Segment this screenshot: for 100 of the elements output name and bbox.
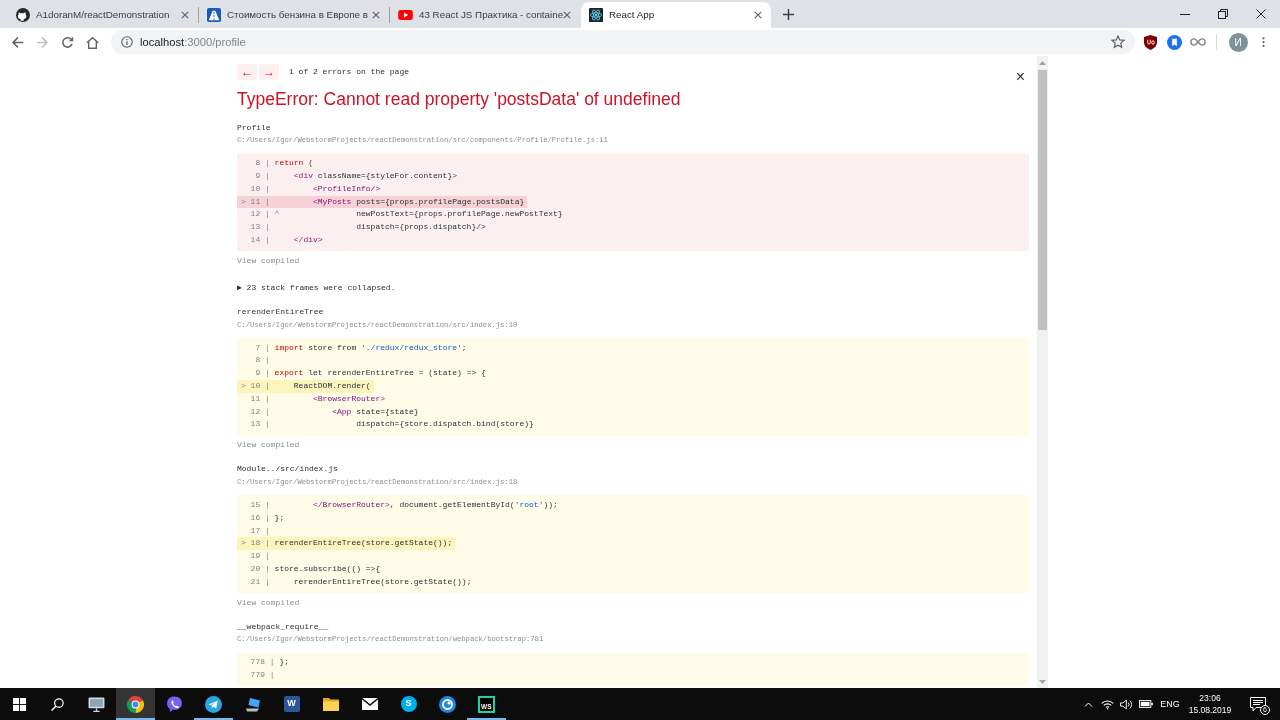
back-icon[interactable] — [11, 35, 24, 49]
code-text: </BrowserRouter>, document.getElementById('root')); — [313, 498, 558, 511]
code-text: ^ newPostText={props.profilePage.newPostText} — [274, 208, 563, 221]
taskbar-button[interactable] — [116, 688, 155, 720]
chevron-up-icon[interactable] — [1083, 701, 1093, 707]
code-text: }; — [279, 656, 289, 669]
infinity-icon[interactable] — [1190, 38, 1206, 46]
menu-icon[interactable] — [1261, 36, 1265, 48]
close-icon[interactable] — [1256, 9, 1266, 19]
function-name: __webpack_require__ — [237, 620, 329, 633]
star-icon[interactable] — [1111, 35, 1125, 49]
address-bar[interactable]: localhost:3000/profile — [111, 30, 1135, 54]
view-compiled-toggle[interactable]: View compiled — [237, 439, 300, 453]
code-text: store.subscribe(() =>{ — [274, 562, 381, 575]
code-text: <div className={styleFor.content}> — [293, 170, 458, 183]
error-counter: 1 of 2 errors on the page — [289, 66, 410, 78]
battery-icon[interactable] — [1139, 700, 1153, 708]
pinwheel-circle-icon — [127, 695, 144, 713]
speaker-icon[interactable] — [1120, 698, 1133, 710]
input-language[interactable]: ENG — [1160, 698, 1180, 710]
line-number: 12 | — [249, 208, 270, 221]
envelope-icon — [361, 698, 378, 710]
bookmark-badge-icon[interactable] — [1166, 34, 1182, 50]
line-number: 17 | — [249, 524, 270, 537]
code-text: dispatch={store.dispatch.bind(store)} — [356, 418, 534, 431]
road-tile-icon — [207, 7, 221, 22]
line-number: 9 | — [254, 367, 270, 380]
clock-date[interactable]: 15.08.2019 — [1188, 704, 1232, 716]
view-compiled-toggle[interactable]: View compiled — [237, 254, 300, 268]
scrollbar[interactable] — [1037, 56, 1048, 688]
line-number: 10 | — [249, 182, 270, 195]
taskbar-button[interactable]: W — [272, 688, 311, 720]
code-text: rerenderEntireTree(store.getState()); — [293, 575, 472, 588]
line-number: 14 | — [249, 234, 270, 247]
code-text: }; — [274, 511, 285, 524]
minimize-icon[interactable] — [1180, 13, 1190, 15]
line-number: 11 | — [249, 392, 270, 405]
app-letter-tile: S — [400, 696, 417, 712]
line-number: 778 | — [249, 656, 275, 669]
plus-icon[interactable] — [783, 9, 794, 20]
browser-tab[interactable]: React App — [581, 2, 771, 28]
line-number: 20 | — [249, 562, 270, 575]
code-text: return ( — [274, 157, 313, 170]
folder-icon — [322, 697, 339, 711]
home-icon[interactable] — [86, 35, 99, 49]
line-number: 16 | — [249, 511, 270, 524]
cat-logo-icon — [16, 7, 30, 22]
monitor-icon — [88, 696, 105, 712]
code-text: rerenderEntireTree(store.getState()); — [274, 537, 453, 550]
info-icon[interactable] — [121, 36, 133, 48]
search-icon[interactable] — [51, 697, 64, 711]
line-number: 15 | — [249, 498, 270, 511]
code-text: export let rerenderEntireTree = (state) => { — [274, 367, 486, 380]
wifi-icon[interactable] — [1100, 698, 1114, 710]
windows-logo-icon[interactable] — [12, 697, 26, 711]
clock-time[interactable]: 23:06 — [1199, 692, 1221, 704]
function-name: Profile — [237, 121, 271, 134]
line-number: > 11 | — [240, 195, 270, 208]
app-letter-tile: W — [283, 696, 300, 712]
shield-icon[interactable] — [1143, 34, 1157, 50]
browser-tab[interactable]: Стоимость бензина в Европе в — [199, 2, 389, 28]
collapsed-frames-toggle[interactable]: ▶ 23 stack frames were collapsed. — [237, 281, 396, 295]
laptop-icon — [244, 696, 261, 712]
view-compiled-toggle[interactable]: View compiled — [237, 596, 300, 610]
restore-icon[interactable] — [1218, 9, 1228, 19]
code-text: dispatch={props.dispatch}/> — [356, 221, 486, 234]
phone-bubble-icon — [166, 695, 183, 713]
line-number: 19 | — [249, 550, 270, 563]
reload-icon[interactable] — [61, 35, 74, 49]
function-name: rerenderEntireTree — [237, 305, 324, 318]
notification-icon[interactable] — [1250, 696, 1266, 712]
line-number: 7 | — [254, 341, 270, 354]
code-text: <MyPosts posts={props.profilePage.postsData} — [313, 195, 525, 208]
line-number: 8 | — [254, 157, 270, 170]
code-text: </div> — [293, 234, 323, 247]
line-number: 12 | — [249, 405, 270, 418]
code-text: <ProfileInfo/> — [313, 182, 381, 195]
line-number: 8 | — [254, 354, 270, 367]
line-number: 9 | — [254, 170, 270, 183]
close-icon[interactable] — [754, 10, 762, 19]
line-number: > 18 | — [240, 537, 270, 550]
line-number: 13 | — [249, 418, 270, 431]
paper-plane-icon — [205, 695, 222, 713]
next-error-button[interactable]: → — [259, 64, 279, 80]
close-button[interactable]: × — [1015, 71, 1025, 83]
line-number: 21 | — [249, 575, 270, 588]
scrollbar-thumb[interactable] — [1038, 70, 1047, 330]
line-number: 779 | — [249, 669, 275, 682]
play-icon — [398, 9, 413, 20]
browser-tab[interactable]: 43 React JS Практика - containe — [390, 2, 580, 28]
line-number: > 10 | — [240, 380, 270, 392]
code-text: ReactDOM.render( — [293, 380, 371, 392]
line-number: 13 | — [249, 221, 270, 234]
code-text: <BrowserRouter> — [313, 392, 385, 405]
code-text: import store from './redux/redux_store'; — [274, 341, 467, 354]
previous-error-button[interactable]: ← — [237, 64, 257, 80]
code-text: <App state={state} — [332, 405, 419, 418]
browser-tab[interactable]: A1doranM/reactDemonstration — [8, 2, 198, 28]
atom-icon — [589, 7, 603, 22]
ring-circle-icon — [439, 695, 456, 713]
